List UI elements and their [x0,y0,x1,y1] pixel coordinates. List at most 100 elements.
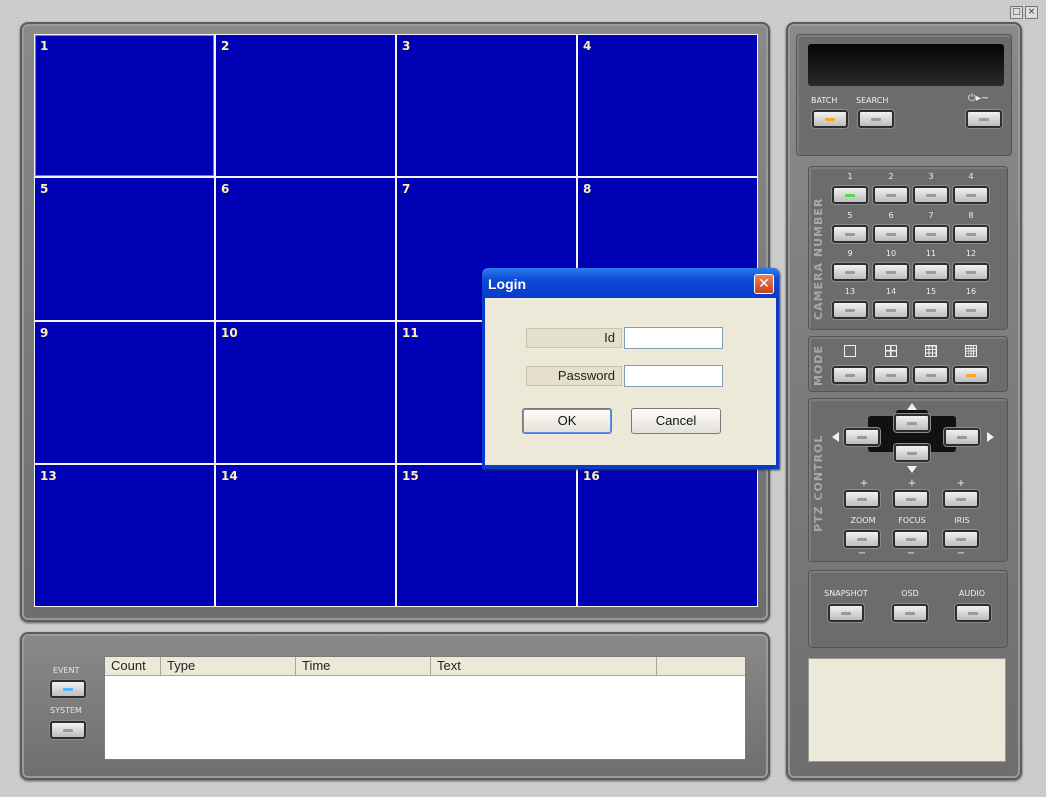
audio-button[interactable] [955,604,991,622]
iris-open-button[interactable] [943,490,979,508]
minus-label: − [956,548,966,559]
focus-in-button[interactable] [893,490,929,508]
sixteen-view-icon [965,345,977,357]
video-cell-6[interactable]: 6 [216,178,395,320]
zoom-out-button[interactable] [844,530,880,548]
video-cell-4[interactable]: 4 [578,35,757,177]
camera-button-2[interactable] [873,186,909,204]
iris-close-button[interactable] [943,530,979,548]
camera-button-3[interactable] [913,186,949,204]
camera-number-label: 5 [847,211,853,220]
camera-button-9[interactable] [832,263,868,281]
event-label: EVENT [53,666,80,675]
cell-number: 13 [40,468,57,483]
camera-number-label: 10 [885,249,897,258]
minus-label: − [857,548,867,559]
cell-number: 7 [402,182,411,197]
focus-label: FOCUS [898,516,926,525]
system-button[interactable] [50,721,86,739]
id-label: Id [526,328,622,348]
power-icon: ⏻▸~ [968,93,990,104]
column-header-blank [657,657,745,675]
cell-number: 4 [583,39,592,53]
event-table-header: Count Type Time Text [105,657,745,676]
camera-button-16[interactable] [953,301,989,319]
maximize-button[interactable]: □ [1010,6,1023,19]
video-cell-1[interactable]: 1 [35,35,214,177]
cell-number: 6 [221,182,230,197]
video-cell-2[interactable]: 2 [216,35,395,177]
camera-number-label: 6 [888,211,894,220]
video-cell-10[interactable]: 10 [216,321,395,463]
ptz-right-button[interactable] [944,428,980,446]
login-title-bar: Login [482,268,779,298]
mode-sixteen-button[interactable] [953,366,989,384]
close-icon[interactable]: ✕ [754,274,774,294]
osd-button[interactable] [892,604,928,622]
column-header-count[interactable]: Count [105,657,161,675]
camera-button-11[interactable] [913,263,949,281]
mode-nine-button[interactable] [913,366,949,384]
event-button[interactable] [50,680,86,698]
video-cell-15[interactable]: 15 [397,464,576,606]
video-cell-14[interactable]: 14 [216,464,395,606]
arrow-up-icon [907,403,917,410]
cancel-button[interactable]: Cancel [631,408,721,434]
system-label: SYSTEM [50,706,82,715]
cell-number: 8 [583,182,592,197]
camera-number-label: 15 [925,287,937,296]
camera-button-12[interactable] [953,263,989,281]
cell-number: 15 [402,468,419,483]
zoom-label: ZOOM [850,516,876,525]
camera-button-5[interactable] [832,225,868,243]
camera-button-8[interactable] [953,225,989,243]
camera-number-label: 1 [847,172,853,181]
camera-number-label: 13 [844,287,856,296]
video-cell-3[interactable]: 3 [397,35,576,177]
camera-number-label: 11 [925,249,937,258]
mode-single-button[interactable] [832,366,868,384]
camera-button-10[interactable] [873,263,909,281]
camera-button-13[interactable] [832,301,868,319]
close-window-button[interactable]: × [1025,6,1038,19]
cell-number: 16 [583,468,600,483]
camera-number-section-label: CAMERA NUMBER [812,197,825,320]
camera-button-4[interactable] [953,186,989,204]
status-info-box [808,658,1006,762]
camera-number-label: 16 [965,287,977,296]
column-header-time[interactable]: Time [296,657,431,675]
mode-quad-button[interactable] [873,366,909,384]
event-log-table[interactable]: Count Type Time Text [104,656,746,760]
ptz-left-button[interactable] [844,428,880,446]
camera-button-14[interactable] [873,301,909,319]
camera-number-label: 9 [847,249,853,258]
power-button[interactable] [966,110,1002,128]
zoom-in-button[interactable] [844,490,880,508]
password-input[interactable] [624,365,723,387]
id-input[interactable] [624,327,723,349]
search-button[interactable] [858,110,894,128]
camera-button-7[interactable] [913,225,949,243]
ok-button[interactable]: OK [522,408,612,434]
snapshot-button[interactable] [828,604,864,622]
video-cell-5[interactable]: 5 [35,178,214,320]
login-dialog: Login ✕ Id Password OK Cancel [482,268,779,469]
ptz-up-button[interactable] [894,414,930,432]
column-header-text[interactable]: Text [431,657,657,675]
login-title: Login [488,276,527,292]
ptz-down-button[interactable] [894,444,930,462]
video-cell-9[interactable]: 9 [35,321,214,463]
batch-button[interactable] [812,110,848,128]
video-cell-13[interactable]: 13 [35,464,214,606]
cell-number: 11 [402,325,419,340]
camera-button-1[interactable] [832,186,868,204]
video-cell-16[interactable]: 16 [578,464,757,606]
camera-number-label: 12 [965,249,977,258]
arrow-right-icon [987,432,994,442]
camera-button-15[interactable] [913,301,949,319]
column-header-type[interactable]: Type [161,657,296,675]
cell-number: 9 [40,325,49,340]
arrow-left-icon [832,432,839,442]
focus-out-button[interactable] [893,530,929,548]
camera-button-6[interactable] [873,225,909,243]
